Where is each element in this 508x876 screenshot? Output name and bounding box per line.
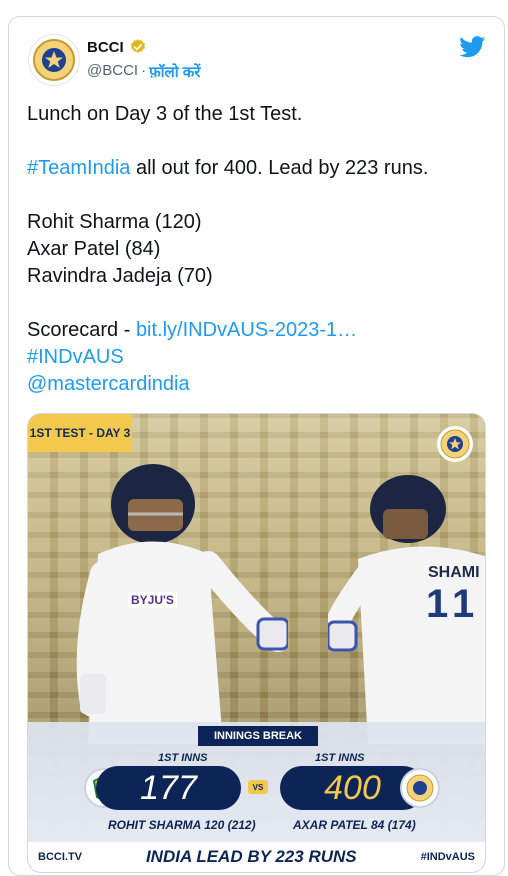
vs-badge: VS (248, 780, 268, 794)
mention-mastercardindia-link[interactable]: @mastercardindia (27, 371, 497, 398)
bcci-tv-label: BCCI.TV (38, 851, 82, 863)
scorecard-label: Scorecard - (27, 319, 136, 341)
scorecard-link[interactable]: bit.ly/INDvAUS-2023-1… (136, 319, 357, 341)
tweet-text: Lunch on Day 3 of the 1st Test. #TeamInd… (27, 101, 497, 398)
bcci-avatar[interactable] (28, 34, 80, 86)
hashtag-teamindia-link[interactable]: #TeamIndia (27, 157, 130, 179)
test-day-tag: 1ST TEST - DAY 3 (28, 414, 132, 452)
india-crest-icon (400, 768, 440, 808)
aus-top-performer: ROHIT SHARMA 120 (212) (108, 818, 256, 832)
scorecard-line: Scorecard - bit.ly/INDvAUS-2023-1… (27, 317, 497, 344)
bcci-logo-icon (33, 39, 75, 81)
tweet-line-allout: #TeamIndia all out for 400. Lead by 223 … (27, 155, 497, 182)
lead-text: INDIA LEAD BY 223 RUNS (145, 847, 357, 866)
account-name[interactable]: BCCI (87, 39, 124, 56)
innings-break-label: INNINGS BREAK (198, 726, 318, 746)
shirt-name-text: SHAMI (428, 564, 480, 581)
ind-top-performer: AXAR PATEL 84 (174) (293, 818, 416, 832)
account-handle[interactable]: @BCCI (87, 62, 138, 82)
follow-button[interactable]: फ़ॉलो करें (149, 62, 200, 82)
player-line-rohit: Rohit Sharma (120) (27, 211, 202, 233)
twitter-bird-icon[interactable] (459, 36, 486, 58)
hashtag-indvaus-link[interactable]: #INDvAUS (27, 344, 497, 371)
tweet-line-lunch: Lunch on Day 3 of the 1st Test. (27, 103, 303, 125)
footer-hashtag: #INDvAUS (420, 851, 475, 863)
shirt-number-text: 11 (426, 582, 481, 626)
separator-dot: · (141, 62, 147, 79)
ind-inns-label: 1ST INNS (315, 752, 365, 764)
verified-badge-icon (130, 39, 145, 53)
player-line-jadeja: Ravindra Jadeja (70) (27, 265, 213, 287)
bcci-crest-icon (437, 426, 473, 462)
allout-text: all out for 400. Lead by 223 runs. (130, 157, 429, 179)
aus-inns-label: 1ST INNS (158, 752, 208, 764)
image-footer: BCCI.TV INDIA LEAD BY 223 RUNS #INDvAUS (28, 842, 485, 872)
tweet-card[interactable]: BCCI @BCCI · फ़ॉलो करें Lunch on Day 3 o… (8, 16, 505, 876)
aus-score: 177 (96, 766, 241, 810)
sponsor-logo-text: BYJU'S (128, 592, 177, 608)
tweet-media-image[interactable]: SHAMI 11 BYJU'S 1ST TEST - DAY 3 INNINGS… (27, 413, 486, 873)
player-line-axar: Axar Patel (84) (27, 238, 161, 260)
